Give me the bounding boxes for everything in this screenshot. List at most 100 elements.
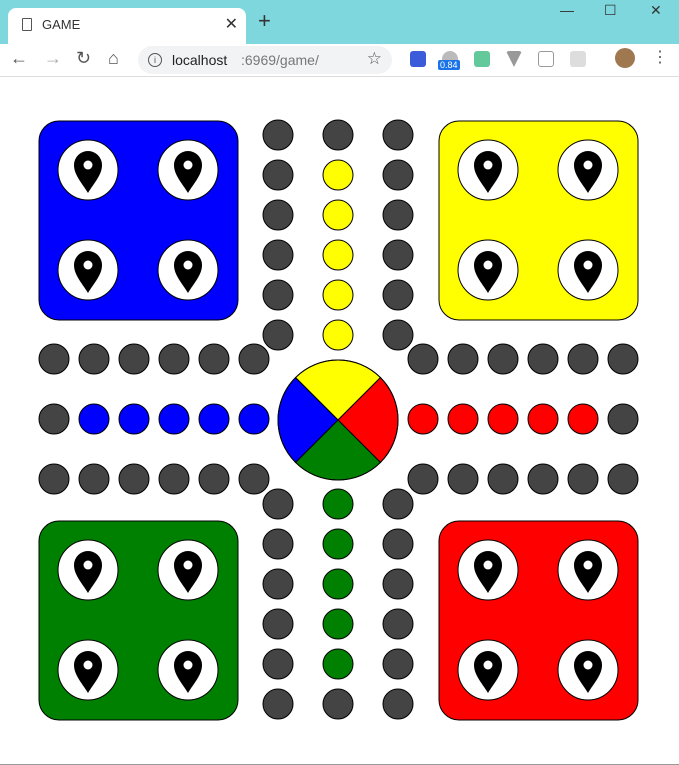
track-cell[interactable] [607,403,639,435]
track-cell[interactable] [382,528,414,560]
track-cell[interactable] [382,608,414,640]
track-cell[interactable] [567,403,599,435]
track-cell[interactable] [382,568,414,600]
track-cell[interactable] [322,279,354,311]
extension-icon-3[interactable] [474,51,490,67]
close-window-button[interactable]: ✕ [650,2,662,19]
toolbar: ← → ↻ ⌂ i localhost :6969/game/ ☆ [0,44,679,77]
ludo-board [38,119,639,721]
track-cell[interactable] [38,403,70,435]
track-cell[interactable] [262,528,294,560]
track-cell[interactable] [567,463,599,495]
track-cell[interactable] [262,688,294,720]
track-cell[interactable] [38,343,70,375]
track-cell[interactable] [382,199,414,231]
track-cell[interactable] [238,463,270,495]
tab-game[interactable]: GAME ✕ [8,8,246,44]
track-cell[interactable] [322,648,354,680]
track-cell[interactable] [447,343,479,375]
track-cell[interactable] [382,159,414,191]
track-cell[interactable] [262,239,294,271]
menu-icon[interactable]: ⋮ [652,47,668,67]
track-cell[interactable] [322,119,354,151]
track-cell[interactable] [118,343,150,375]
track-cell[interactable] [262,608,294,640]
track-cell[interactable] [322,319,354,351]
track-cell[interactable] [607,343,639,375]
track-cell[interactable] [262,568,294,600]
track-cell[interactable] [487,403,519,435]
page-icon [22,18,32,31]
track-cell[interactable] [158,403,190,435]
reload-button[interactable]: ↻ [76,48,91,69]
track-cell[interactable] [322,608,354,640]
track-cell[interactable] [238,343,270,375]
track-cell[interactable] [322,239,354,271]
track-cell[interactable] [118,463,150,495]
extension-icon-6[interactable] [570,51,586,67]
track-cell[interactable] [158,343,190,375]
track-cell[interactable] [78,343,110,375]
back-button[interactable]: ← [10,48,28,69]
track-cell[interactable] [607,463,639,495]
url-host: localhost [172,52,228,68]
track-cell[interactable] [198,463,230,495]
track-cell[interactable] [407,463,439,495]
new-tab-button[interactable]: + [258,8,271,34]
track-cell[interactable] [407,343,439,375]
track-cell[interactable] [158,463,190,495]
track-cell[interactable] [262,648,294,680]
track-cell[interactable] [322,688,354,720]
home-button[interactable]: ⌂ [108,48,119,69]
track-cell[interactable] [262,199,294,231]
address-bar[interactable]: i localhost :6969/game/ ☆ [138,46,392,74]
info-icon[interactable]: i [148,53,162,67]
track-cell[interactable] [447,403,479,435]
forward-button[interactable]: → [44,48,62,69]
track-cell[interactable] [322,159,354,191]
bookmark-star-icon[interactable]: ☆ [367,49,382,69]
track-cell[interactable] [198,403,230,435]
extension-icon-5[interactable] [538,51,554,67]
track-cell[interactable] [527,343,559,375]
track-cell[interactable] [527,463,559,495]
vue-devtools-icon[interactable] [506,51,522,67]
track-cell[interactable] [322,488,354,520]
track-cell[interactable] [262,319,294,351]
extension-icon-1[interactable] [410,51,426,67]
track-cell[interactable] [322,568,354,600]
track-cell[interactable] [262,119,294,151]
minimize-button[interactable]: — [560,2,574,18]
pin-hole [83,260,93,270]
close-tab-icon[interactable]: ✕ [225,14,238,34]
track-cell[interactable] [78,463,110,495]
avatar[interactable] [615,48,635,68]
track-cell[interactable] [487,463,519,495]
track-cell[interactable] [262,279,294,311]
track-cell[interactable] [262,159,294,191]
track-cell[interactable] [118,403,150,435]
track-cell[interactable] [38,463,70,495]
track-cell[interactable] [198,343,230,375]
track-cell[interactable] [382,648,414,680]
track-cell[interactable] [382,319,414,351]
track-cell[interactable] [567,343,599,375]
track-cell[interactable] [238,403,270,435]
track-cell[interactable] [447,463,479,495]
track-cell[interactable] [382,279,414,311]
maximize-button[interactable]: ☐ [604,2,617,19]
track-cell[interactable] [527,403,559,435]
track-cell[interactable] [322,528,354,560]
track-cell[interactable] [487,343,519,375]
pin-hole [83,660,93,670]
track-cell[interactable] [382,239,414,271]
pin-hole [83,160,93,170]
track-cell[interactable] [382,119,414,151]
track-cell[interactable] [322,199,354,231]
track-cell[interactable] [382,688,414,720]
track-cell[interactable] [407,403,439,435]
track-cell[interactable] [262,488,294,520]
track-cell[interactable] [78,403,110,435]
track-cell[interactable] [382,488,414,520]
extension-badge: 0.84 [438,60,460,70]
